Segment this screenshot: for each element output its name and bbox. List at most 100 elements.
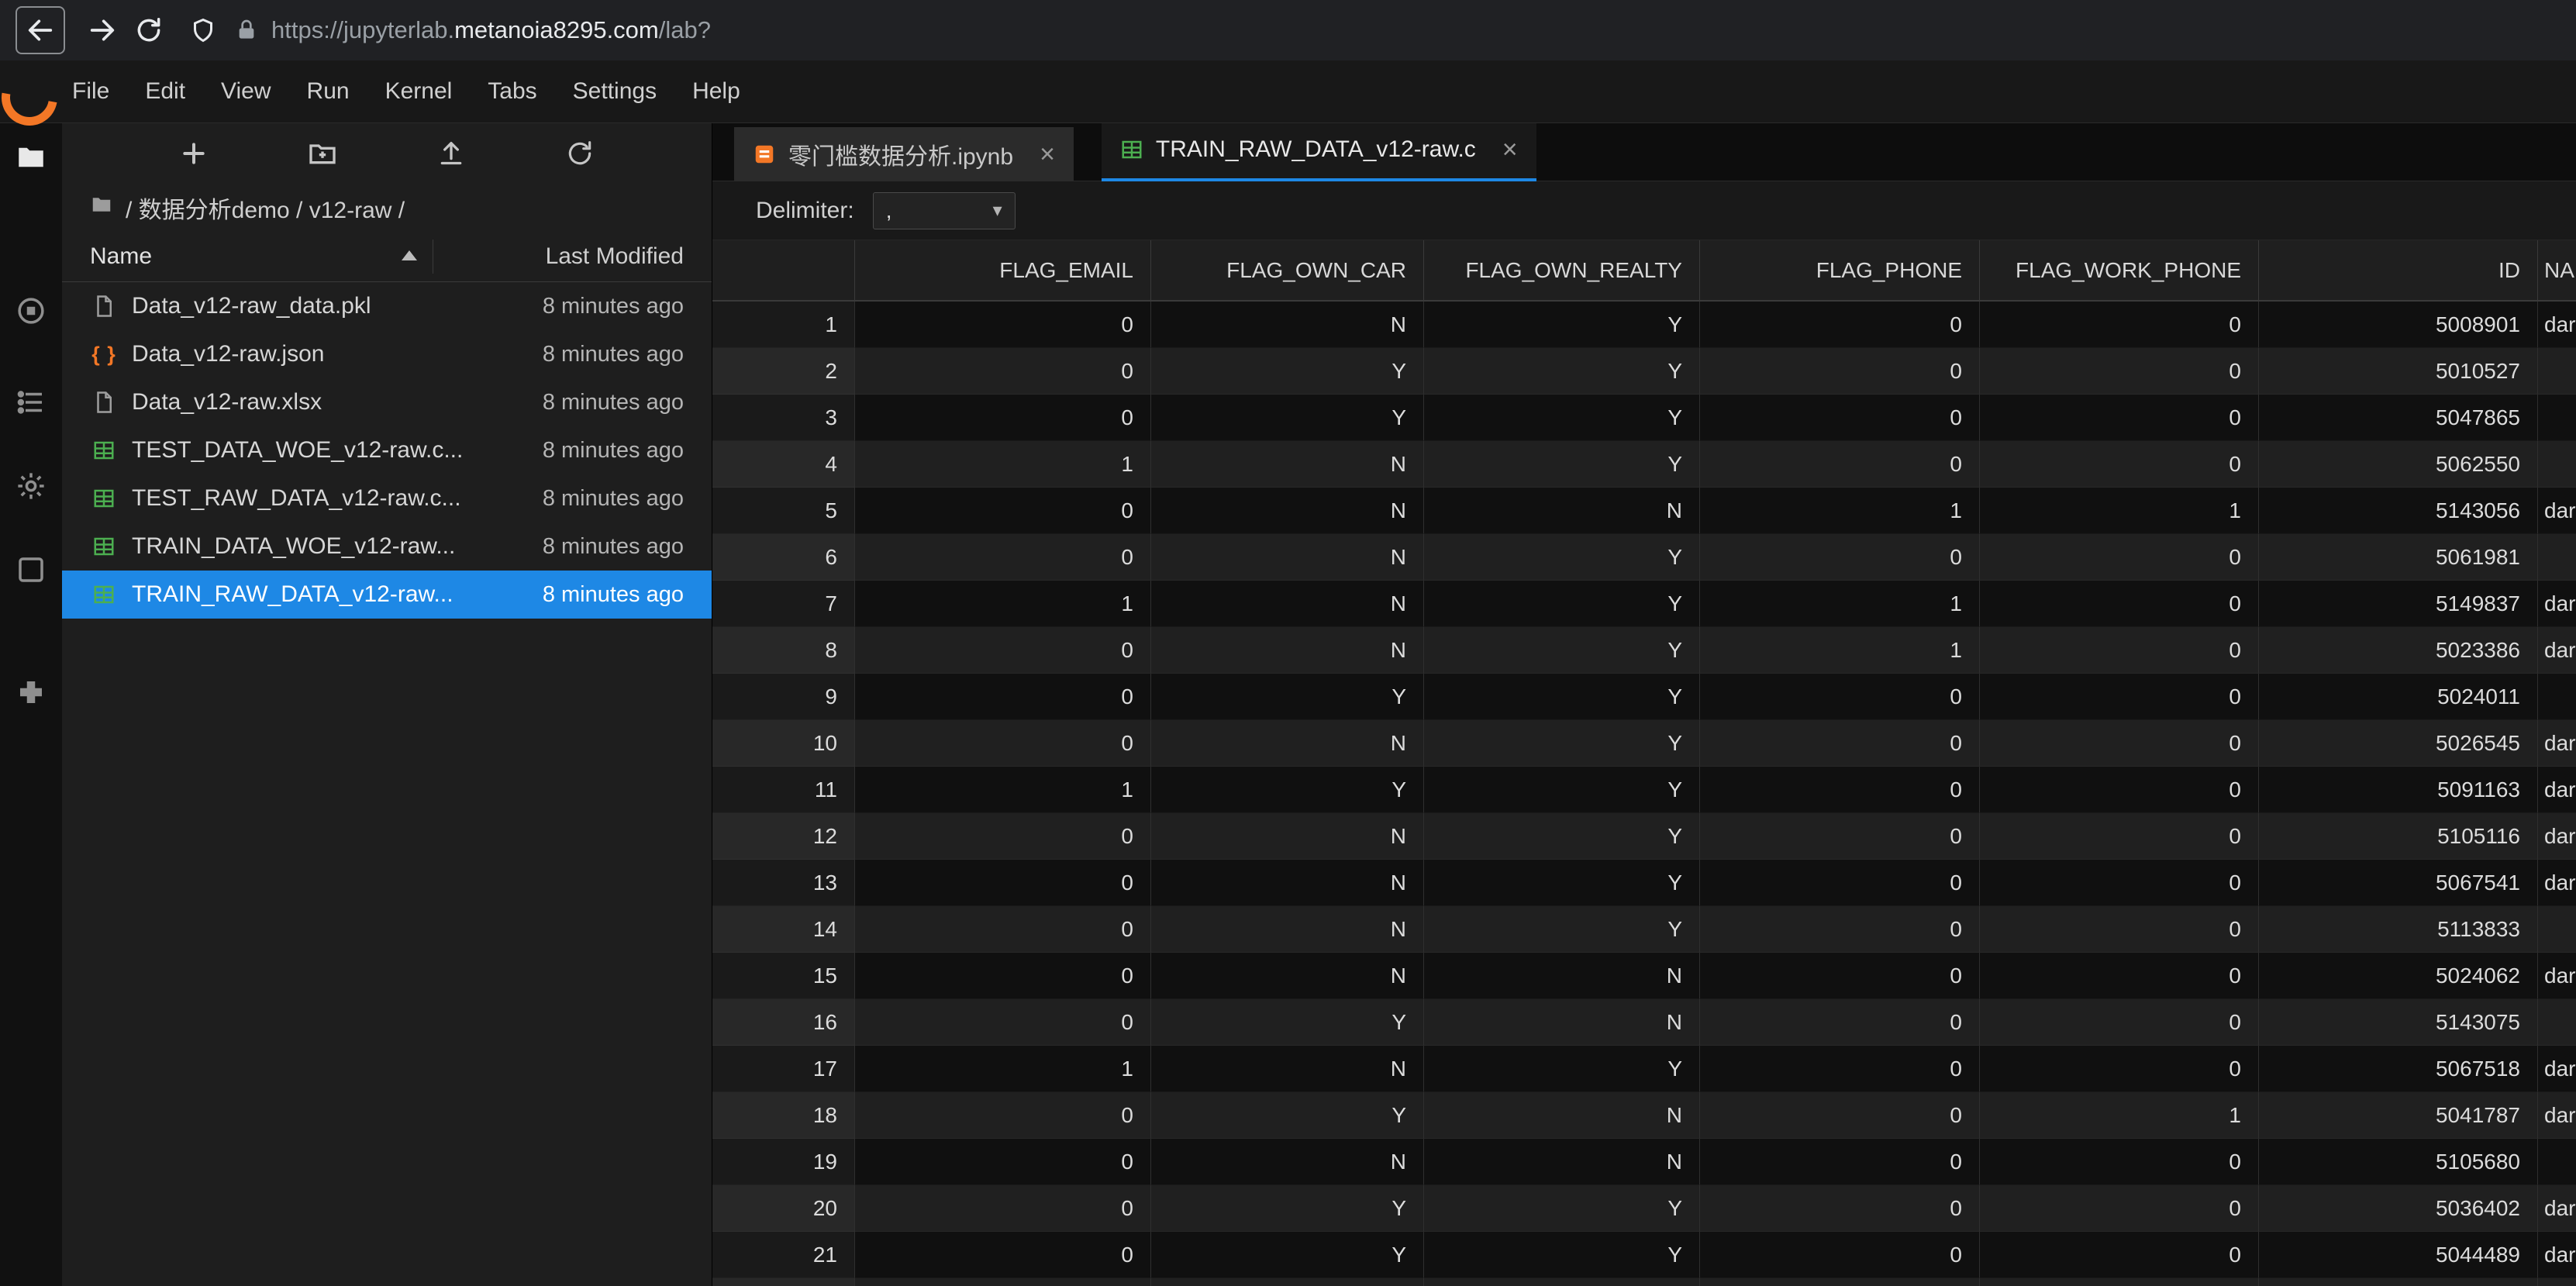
activity-bar	[0, 123, 62, 1286]
file-modified: 8 minutes ago	[543, 486, 684, 512]
grid-cell: Y	[1424, 1232, 1700, 1278]
grid-cell: 0	[1700, 720, 1980, 767]
grid-cell: dary	[2538, 860, 2576, 906]
table-of-contents-icon[interactable]	[12, 384, 50, 421]
upload-icon[interactable]	[431, 133, 471, 174]
grid-cell: dary	[2538, 488, 2576, 534]
breadcrumb-path: / 数据分析demo / v12-raw /	[126, 191, 405, 225]
file-row[interactable]: Data_v12-raw.xlsx8 minutes ago	[62, 378, 712, 426]
csv-icon	[90, 487, 118, 510]
refresh-button[interactable]	[126, 8, 172, 53]
menu-item-settings[interactable]: Settings	[555, 78, 674, 105]
menu-item-view[interactable]: View	[203, 78, 288, 105]
grid-cell: 5023386	[2259, 627, 2538, 674]
grid-cell: 0	[1980, 441, 2259, 488]
grid-cell: 0	[1980, 813, 2259, 860]
grid-cell: 5149837	[2259, 581, 2538, 627]
grid-cell	[1424, 1278, 1700, 1286]
grid-row-partial	[712, 1278, 2576, 1286]
address-bar[interactable]: https://jupyterlab.metanoia8295.com/lab?	[271, 16, 711, 44]
grid-cell: dary	[2538, 953, 2576, 999]
refresh-file-list-icon[interactable]	[560, 133, 600, 174]
grid-cell: 0	[1700, 860, 1980, 906]
row-index: 9	[712, 674, 855, 720]
grid-cell: 5091163	[2259, 767, 2538, 813]
grid-cell: 0	[1980, 720, 2259, 767]
grid-row: 140NY005113833	[712, 906, 2576, 953]
grid-cell: Y	[1151, 395, 1424, 441]
row-index	[712, 1278, 855, 1286]
grid-cell	[1151, 1278, 1424, 1286]
grid-row: 100NY005026545dary	[712, 720, 2576, 767]
settings-gear-icon[interactable]	[12, 467, 50, 505]
running-kernels-icon[interactable]	[12, 292, 50, 329]
lock-icon[interactable]	[234, 18, 259, 43]
delimiter-value: ,	[886, 198, 892, 223]
grid-cell	[2538, 906, 2576, 953]
breadcrumb[interactable]: / 数据分析demo / v12-raw /	[62, 184, 712, 232]
column-header-flag_work_phone: FLAG_WORK_PHONE	[1980, 240, 2259, 300]
csv-icon	[90, 439, 118, 462]
tab-label: 零门槛数据分析.ipynb	[788, 137, 1013, 171]
tab-label: TRAIN_RAW_DATA_v12-raw.c	[1156, 136, 1476, 163]
grid-cell: dary	[2538, 1185, 2576, 1232]
grid-cell: 5047865	[2259, 395, 2538, 441]
grid-cell: 1	[1700, 627, 1980, 674]
file-name: Data_v12-raw.xlsx	[132, 389, 529, 415]
file-browser-folder-icon[interactable]	[12, 139, 50, 176]
back-button[interactable]	[16, 6, 65, 54]
column-header-last-modified[interactable]: Last Modified	[546, 243, 684, 270]
jupyter-menubar: FileEditViewRunKernelTabsSettingsHelp	[0, 60, 2576, 123]
grid-cell: dary	[2538, 1046, 2576, 1092]
file-list-header: Name Last Modified	[62, 232, 712, 282]
grid-cell: N	[1151, 534, 1424, 581]
chevron-down-icon: ▾	[993, 199, 1002, 222]
forward-button[interactable]	[79, 8, 126, 53]
close-icon[interactable]: ×	[1502, 136, 1518, 163]
grid-cell: 0	[1700, 813, 1980, 860]
inspector-square-icon[interactable]	[12, 551, 50, 588]
shield-icon[interactable]	[189, 16, 217, 44]
new-folder-icon[interactable]	[302, 133, 343, 174]
column-header-flag_phone: FLAG_PHONE	[1700, 240, 1980, 300]
menu-item-edit[interactable]: Edit	[127, 78, 203, 105]
delimiter-select[interactable]: , ▾	[873, 192, 1016, 229]
file-row[interactable]: TRAIN_RAW_DATA_v12-raw...8 minutes ago	[62, 571, 712, 619]
menu-item-help[interactable]: Help	[674, 78, 758, 105]
grid-cell: 0	[1700, 1139, 1980, 1185]
file-name: TRAIN_DATA_WOE_v12-raw...	[132, 533, 529, 560]
grid-cell: 0	[1980, 302, 2259, 348]
grid-cell: Y	[1424, 302, 1700, 348]
file-row[interactable]: Data_v12-raw_data.pkl8 minutes ago	[62, 282, 712, 330]
grid-cell: 0	[855, 1092, 1151, 1139]
tab-0[interactable]: 零门槛数据分析.ipynb ×	[734, 127, 1074, 181]
file-row[interactable]: TEST_DATA_WOE_v12-raw.c...8 minutes ago	[62, 426, 712, 474]
extensions-puzzle-icon[interactable]	[12, 674, 50, 711]
menu-item-tabs[interactable]: Tabs	[470, 78, 554, 105]
file-browser: / 数据分析demo / v12-raw / Name Last Modifie…	[62, 123, 712, 1286]
row-index: 5	[712, 488, 855, 534]
grid-cell: 0	[855, 720, 1151, 767]
grid-cell: Y	[1424, 906, 1700, 953]
tab-1[interactable]: TRAIN_RAW_DATA_v12-raw.c ×	[1102, 121, 1536, 181]
grid-cell: 5113833	[2259, 906, 2538, 953]
grid-cell: 0	[855, 488, 1151, 534]
grid-cell: Y	[1151, 999, 1424, 1046]
row-index: 14	[712, 906, 855, 953]
file-row[interactable]: TEST_RAW_DATA_v12-raw.c...8 minutes ago	[62, 474, 712, 522]
file-row[interactable]: TRAIN_DATA_WOE_v12-raw...8 minutes ago	[62, 522, 712, 571]
new-launcher-plus-icon[interactable]	[174, 133, 214, 174]
grid-cell: 1	[1700, 581, 1980, 627]
menu-item-kernel[interactable]: Kernel	[367, 78, 471, 105]
close-icon[interactable]: ×	[1040, 141, 1055, 167]
menu-item-run[interactable]: Run	[289, 78, 367, 105]
grid-cell: 5062550	[2259, 441, 2538, 488]
csv-data-grid[interactable]: FLAG_EMAILFLAG_OWN_CARFLAG_OWN_REALTYFLA…	[712, 240, 2576, 1286]
grid-cell: N	[1151, 488, 1424, 534]
content: / 数据分析demo / v12-raw / Name Last Modifie…	[0, 123, 2576, 1286]
column-header-name[interactable]: Name	[90, 243, 152, 270]
file-row[interactable]: { }Data_v12-raw.json8 minutes ago	[62, 330, 712, 378]
grid-cell: dary	[2538, 1092, 2576, 1139]
menu-item-file[interactable]: File	[54, 78, 127, 105]
grid-cell: 0	[1700, 767, 1980, 813]
